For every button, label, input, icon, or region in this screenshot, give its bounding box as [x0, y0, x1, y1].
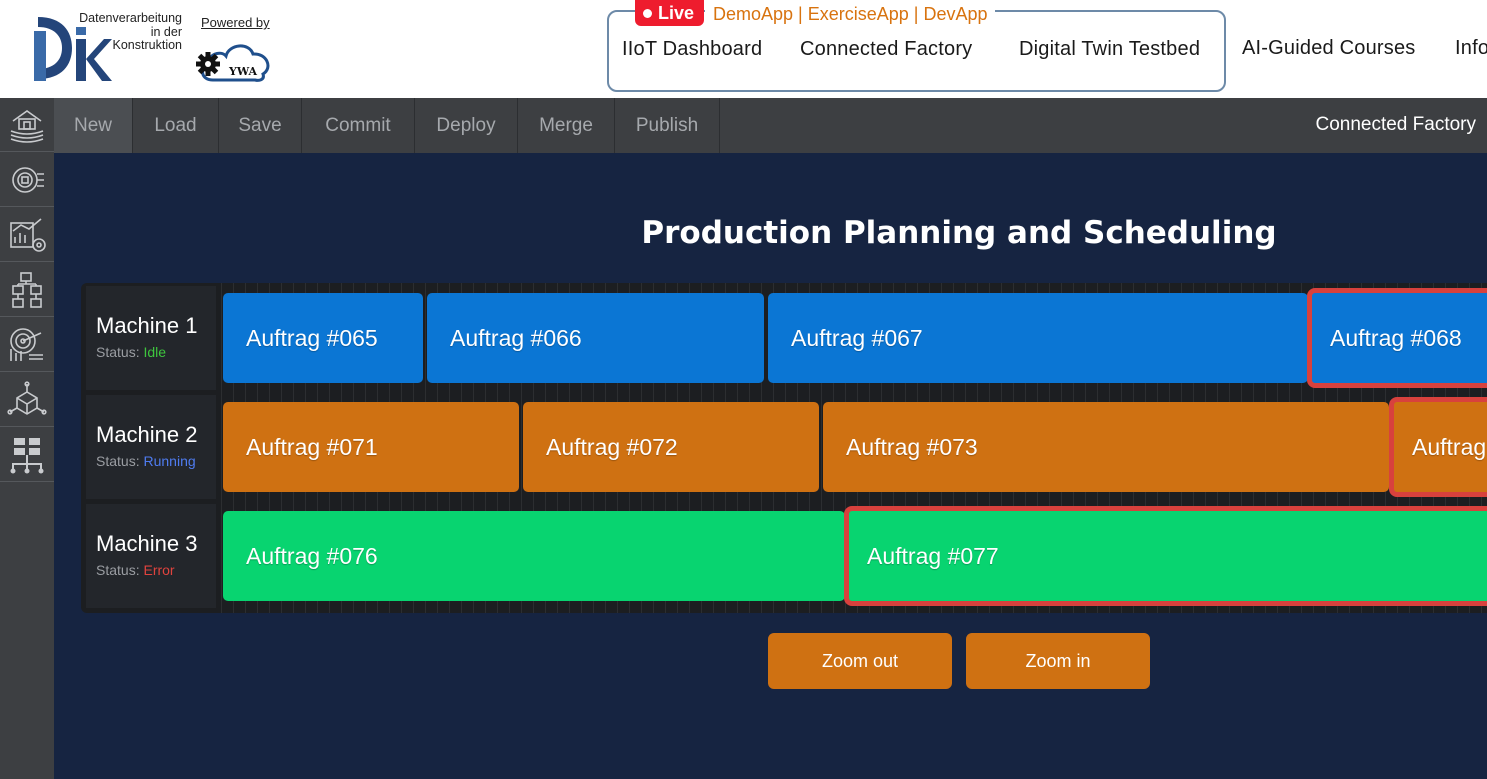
logo-line: in der — [150, 24, 182, 39]
nav-digital-twin-testbed[interactable]: Digital Twin Testbed — [1019, 38, 1200, 61]
status-value: Running — [143, 453, 196, 469]
hierarchy-icon — [12, 271, 42, 308]
live-dot-icon — [643, 8, 652, 18]
nav-iiot-dashboard[interactable]: IIoT Dashboard — [622, 38, 762, 61]
machine-name: Machine 3 — [96, 531, 198, 556]
status-value: Idle — [143, 344, 167, 360]
machine-status: Status: Running — [96, 453, 216, 469]
logo-line: Datenverarbeitung — [79, 11, 182, 25]
sidebar-item-targets[interactable] — [0, 318, 54, 372]
nav-ai-guided-courses[interactable]: AI-Guided Courses — [1242, 37, 1415, 60]
app-switcher[interactable]: DemoApp | ExerciseApp | DevApp — [705, 3, 996, 25]
sidebar-item-infrastructure[interactable] — [0, 428, 54, 482]
context-title: Connected Factory — [1315, 114, 1476, 135]
server-tree-icon — [10, 437, 44, 473]
nav-connected-factory[interactable]: Connected Factory — [800, 38, 972, 61]
live-label: Live — [658, 3, 695, 23]
sidebar-item-analytics[interactable] — [0, 208, 54, 262]
machine-status: Status: Idle — [96, 344, 216, 360]
sidebar — [0, 98, 54, 779]
machine-name: Machine 1 — [96, 313, 198, 338]
job-block[interactable]: Auftrag #066 — [427, 293, 764, 383]
page-title: Production Planning and Scheduling — [641, 215, 1277, 251]
job-block-selected[interactable]: Auftrag #077 — [844, 506, 1487, 606]
live-badge: Live — [635, 0, 705, 26]
gear-chip-icon — [12, 166, 44, 193]
ywa-cloud-logo[interactable]: YWA — [193, 34, 275, 84]
sidebar-item-device-config[interactable] — [0, 153, 54, 207]
machine-row-header: Machine 2 Status: Running — [86, 395, 216, 499]
new-button[interactable]: New — [54, 98, 133, 153]
sidebar-item-digital-twin[interactable] — [0, 373, 54, 427]
status-prefix: Status: — [96, 453, 140, 469]
job-block[interactable]: Auftrag #072 — [523, 402, 819, 492]
sidebar-item-hierarchy[interactable] — [0, 263, 54, 317]
job-block[interactable]: Auftrag #067 — [768, 293, 1308, 383]
target-report-icon — [10, 327, 43, 361]
machine-name: Machine 2 — [96, 422, 198, 447]
powered-by-link[interactable]: Powered by — [201, 15, 270, 30]
toolbar: New Load Save Commit Deploy Merge Publis… — [54, 98, 1487, 153]
load-button[interactable]: Load — [133, 98, 219, 153]
job-block[interactable]: Auftrag #071 — [223, 402, 519, 492]
zoom-in-button[interactable]: Zoom in — [966, 633, 1150, 689]
job-block-selected[interactable]: Auftrag #074 — [1389, 397, 1487, 497]
logo-text: Datenverarbeitung in der Konstruktion — [70, 11, 182, 53]
machine-row-header: Machine 1 Status: Idle — [86, 286, 216, 390]
nav-info[interactable]: Info — [1455, 37, 1487, 60]
gantt-chart: Machine 1 Status: Idle Auftrag #065 Auft… — [81, 283, 1487, 613]
zoom-out-button[interactable]: Zoom out — [768, 633, 952, 689]
publish-button[interactable]: Publish — [615, 98, 720, 153]
merge-button[interactable]: Merge — [518, 98, 615, 153]
status-prefix: Status: — [96, 562, 140, 578]
logo-line: Konstruktion — [112, 38, 182, 52]
ywa-text: YWA — [228, 65, 258, 78]
save-button[interactable]: Save — [219, 98, 302, 153]
sidebar-item-home[interactable] — [0, 98, 54, 152]
home-layers-icon — [10, 109, 44, 143]
top-header: Datenverarbeitung in der Konstruktion Po… — [0, 0, 1487, 98]
commit-button[interactable]: Commit — [302, 98, 415, 153]
machine-row-header: Machine 3 Status: Error — [86, 504, 216, 608]
job-block[interactable]: Auftrag #065 — [223, 293, 423, 383]
network-cube-icon — [7, 380, 47, 415]
job-block-selected[interactable]: Auftrag #068 — [1307, 288, 1487, 388]
job-block[interactable]: Auftrag #073 — [823, 402, 1389, 492]
machine-status: Status: Error — [96, 562, 216, 578]
chart-analytics-icon — [10, 217, 46, 252]
job-block[interactable]: Auftrag #076 — [223, 511, 845, 601]
status-prefix: Status: — [96, 344, 140, 360]
status-value: Error — [143, 562, 175, 578]
deploy-button[interactable]: Deploy — [415, 98, 518, 153]
